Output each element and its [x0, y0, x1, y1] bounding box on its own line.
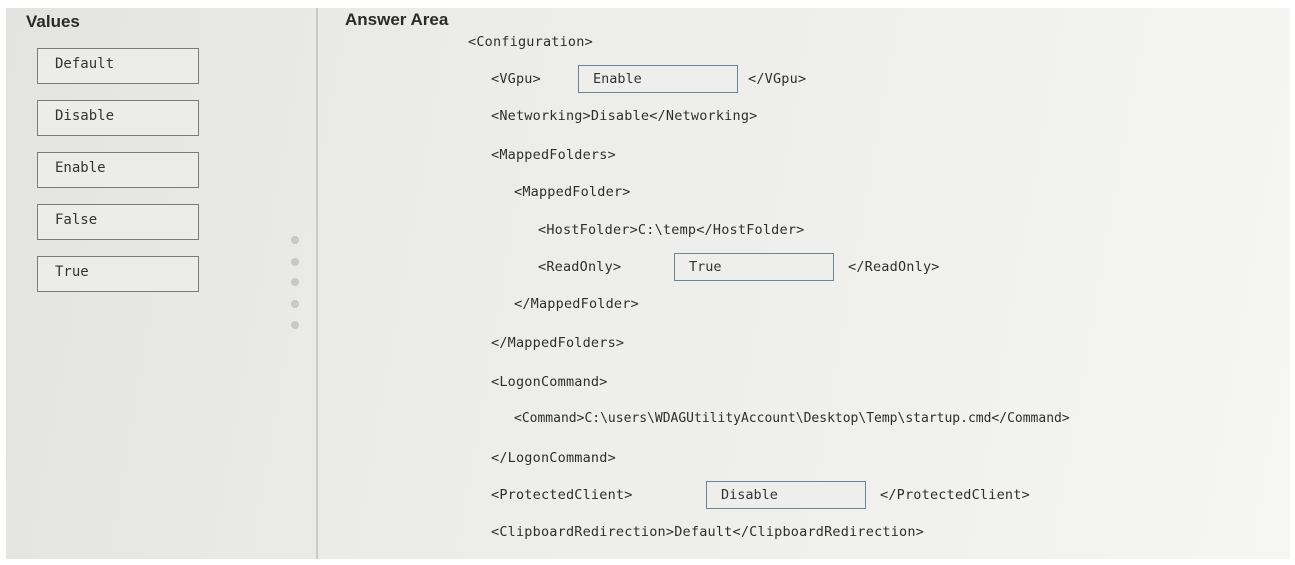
xml-networking: <Networking>Disable</Networking>: [491, 108, 758, 124]
xml-readonly-open: <ReadOnly>: [538, 259, 622, 275]
xml-readonly-close: </ReadOnly>: [848, 259, 940, 275]
grip-dot: [291, 300, 299, 308]
protected-client-answer-slot[interactable]: Disable: [706, 481, 866, 509]
value-option-true[interactable]: True: [37, 256, 199, 292]
grip-dot: [291, 321, 299, 329]
xml-vgpu-open: <VGpu>: [491, 71, 541, 87]
xml-host-folder: <HostFolder>C:\temp</HostFolder>: [538, 222, 805, 238]
grip-dot: [291, 278, 299, 286]
answer-area-heading: Answer Area: [345, 10, 449, 29]
vgpu-answer-slot[interactable]: Enable: [578, 65, 738, 93]
grip-dot: [291, 236, 299, 244]
value-option-enable[interactable]: Enable: [37, 152, 199, 188]
xml-mapped-folder-close: </MappedFolder>: [514, 296, 639, 312]
readonly-answer-slot[interactable]: True: [674, 253, 834, 281]
panel-divider: [316, 8, 318, 559]
value-option-disable[interactable]: Disable: [37, 100, 199, 136]
grip-dot: [291, 258, 299, 266]
xml-configuration-open: <Configuration>: [468, 34, 593, 50]
xml-command: <Command>C:\users\WDAGUtilityAccount\Des…: [514, 411, 1070, 426]
xml-logon-command-open: <LogonCommand>: [491, 374, 608, 390]
xml-logon-command-close: </LogonCommand>: [491, 450, 616, 466]
xml-mapped-folders-close: </MappedFolders>: [491, 335, 625, 351]
value-option-default[interactable]: Default: [37, 48, 199, 84]
values-heading: Values: [26, 12, 80, 31]
xml-mapped-folders-open: <MappedFolders>: [491, 147, 616, 163]
xml-vgpu-close: </VGpu>: [748, 71, 807, 87]
xml-clipboard-redirection: <ClipboardRedirection>Default</Clipboard…: [491, 524, 925, 540]
xml-protected-client-open: <ProtectedClient>: [491, 487, 633, 503]
value-option-false[interactable]: False: [37, 204, 199, 240]
xml-protected-client-close: </ProtectedClient>: [880, 487, 1030, 503]
xml-mapped-folder-open: <MappedFolder>: [514, 184, 631, 200]
